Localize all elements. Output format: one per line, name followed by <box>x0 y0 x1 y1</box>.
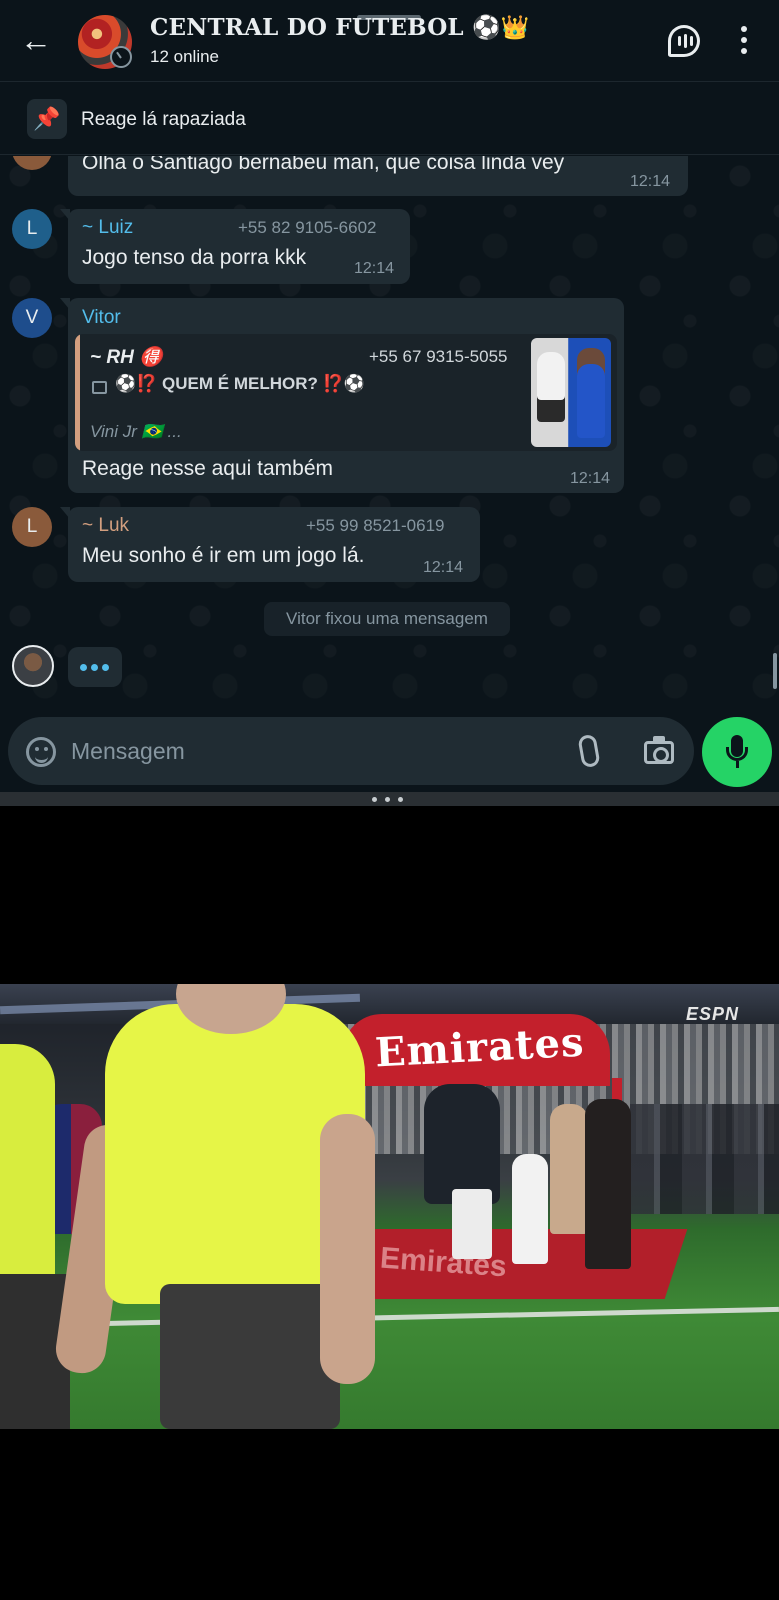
sender-name[interactable]: ~ Luk <box>82 515 129 537</box>
official-suit <box>585 1099 631 1269</box>
paperclip-icon[interactable] <box>577 733 601 769</box>
sender-name[interactable]: Vitor <box>82 307 121 329</box>
mic-button[interactable] <box>702 717 772 787</box>
official-woman <box>550 1104 588 1234</box>
message-input[interactable] <box>71 734 531 768</box>
quote-phone: +55 67 9315-5055 <box>369 347 508 366</box>
sender-name[interactable]: ~ Luiz <box>82 217 133 239</box>
quoted-message[interactable]: ~ RH 🉐 +55 67 9315-5055 ⚽⁉️ QUEM É MELHO… <box>75 334 617 451</box>
avatar[interactable]: V <box>12 298 52 338</box>
quote-sender: ~ RH 🉐 <box>90 347 163 368</box>
message-text: Reage nesse aqui também <box>82 457 333 480</box>
background-people <box>630 1104 779 1214</box>
avatar[interactable] <box>12 156 52 170</box>
message-bubble[interactable]: Olha o Santiago bernabeu man, que coisa … <box>68 156 688 196</box>
pinned-message-bar[interactable]: 📌 Reage lá rapaziada <box>0 83 779 155</box>
message-text: Olha o Santiago bernabeu man, que coisa … <box>82 156 565 174</box>
pin-icon: 📌 <box>27 99 67 139</box>
disappearing-timer-icon <box>110 46 132 68</box>
app-root: ← CENTRAL DO FUTEBOL ⚽👑 12 online 📌 Reag… <box>0 0 779 1600</box>
sticker-icon[interactable] <box>26 737 56 767</box>
composer <box>8 717 694 785</box>
whatsapp-pane: ← CENTRAL DO FUTEBOL ⚽👑 12 online 📌 Reag… <box>0 0 779 792</box>
quote-caption: Vini Jr 🇧🇷 ... <box>90 422 182 441</box>
arrow-left-icon[interactable]: ← <box>20 22 52 58</box>
typing-user-avatar[interactable] <box>12 645 54 687</box>
scrollbar[interactable] <box>773 653 777 689</box>
camera-icon[interactable] <box>644 736 674 764</box>
mascot-child <box>512 1154 548 1264</box>
message-time: 12:14 <box>570 470 611 487</box>
player-shorts <box>452 1189 492 1259</box>
split-handle-icon[interactable] <box>372 797 406 802</box>
message-time: 12:14 <box>423 559 464 576</box>
message-time: 12:14 <box>630 173 671 190</box>
more-vert-icon[interactable] <box>740 26 748 56</box>
video-frame[interactable]: Emirates ESPN Emirates <box>0 984 779 1429</box>
pinned-message-text: Reage lá rapaziada <box>81 109 246 130</box>
system-message: Vitor fixou uma mensagem <box>264 602 510 636</box>
sender-phone: +55 82 9105-6602 <box>238 218 377 237</box>
broadcaster-logo: ESPN <box>686 1004 740 1024</box>
voice-chat-icon[interactable] <box>668 25 700 57</box>
chat-header: ← CENTRAL DO FUTEBOL ⚽👑 12 online <box>0 0 779 82</box>
avatar[interactable]: L <box>12 209 52 249</box>
message-text: Meu sonho é ir em um jogo lá. <box>82 544 365 567</box>
split-screen-divider[interactable] <box>0 792 779 806</box>
sender-phone: +55 99 8521-0619 <box>306 516 445 535</box>
assistant-referee <box>0 1044 55 1304</box>
message-bubble[interactable]: ~ Luk +55 99 8521-0619 Meu sonho é ir em… <box>60 507 480 582</box>
message-time: 12:14 <box>354 260 395 277</box>
avatar[interactable]: L <box>12 507 52 547</box>
image-icon <box>92 381 107 394</box>
real-madrid-player <box>424 1084 500 1204</box>
message-text: Jogo tenso da porra kkk <box>82 246 307 269</box>
referee-arm <box>320 1114 375 1384</box>
group-title[interactable]: CENTRAL DO FUTEBOL ⚽👑 <box>150 14 530 41</box>
quote-thumbnail <box>531 338 611 447</box>
typing-dots-icon <box>68 647 122 687</box>
quote-text: ⚽⁉️ QUEM É MELHOR? ⁉️⚽ <box>115 374 365 393</box>
referee-shorts <box>160 1284 340 1429</box>
video-app-pane: Emirates ESPN Emirates <box>0 806 779 1600</box>
message-list[interactable]: Olha o Santiago bernabeu man, que coisa … <box>0 156 779 712</box>
message-bubble[interactable]: ~ Luiz +55 82 9105-6602 Jogo tenso da po… <box>60 209 410 284</box>
group-online-count: 12 online <box>150 47 220 66</box>
